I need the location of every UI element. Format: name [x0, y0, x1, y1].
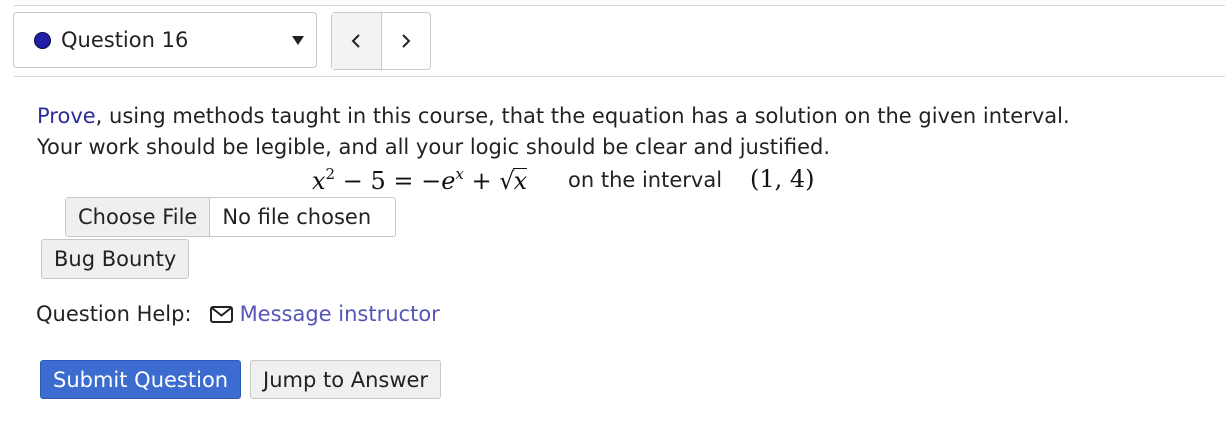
- question-selector-label: Question 16: [61, 28, 189, 52]
- eq-e-base: e: [441, 167, 456, 195]
- mail-icon: [209, 305, 233, 323]
- question-status-dot: [34, 31, 51, 49]
- eq-lhs-exp: 2: [325, 165, 336, 183]
- question-selector[interactable]: Question 16: [13, 12, 317, 68]
- eq-lhs-var: x: [312, 167, 326, 195]
- file-upload[interactable]: Choose File No file chosen: [65, 197, 396, 237]
- prompt-line2-text: Your work should be legible, and all you…: [37, 135, 831, 159]
- header-divider: [14, 76, 1225, 77]
- eq-plus-sqrt: + √: [463, 167, 515, 195]
- interval-value: (1, 4): [750, 165, 815, 193]
- previous-question-button[interactable]: [332, 13, 382, 69]
- top-divider: [14, 5, 1225, 6]
- eq-sqrt-arg: x: [513, 167, 528, 195]
- interval-text: on the interval: [568, 168, 723, 192]
- bug-bounty-button[interactable]: Bug Bounty: [41, 239, 190, 279]
- equation: x2 − 5 = −ex + √x: [312, 165, 528, 195]
- next-question-button[interactable]: [382, 13, 431, 69]
- question-nav-group: [331, 12, 431, 70]
- equation-line: x2 − 5 = −ex + √x on the interval (1, 4): [0, 163, 1225, 197]
- caret-down-icon: [292, 36, 304, 45]
- chevron-left-icon: [351, 34, 360, 48]
- question-help-label: Question Help:: [36, 302, 192, 326]
- submit-question-button[interactable]: Submit Question: [40, 360, 242, 399]
- chevron-right-icon: [402, 34, 411, 48]
- eq-lhs-rest: − 5 = −: [335, 167, 442, 195]
- jump-to-answer-button[interactable]: Jump to Answer: [250, 360, 442, 399]
- question-prompt: Prove, using methods taught in this cour…: [37, 101, 1070, 163]
- eq-e-exp: x: [455, 165, 464, 183]
- file-status-text: No file chosen: [222, 205, 372, 229]
- prove-link[interactable]: Prove: [37, 104, 96, 128]
- question-help: Question Help: Message instructor: [36, 302, 440, 326]
- choose-file-button[interactable]: Choose File: [66, 198, 211, 236]
- prompt-line1-text: , using methods taught in this course, t…: [95, 104, 1070, 128]
- message-instructor-link[interactable]: Message instructor: [240, 302, 440, 326]
